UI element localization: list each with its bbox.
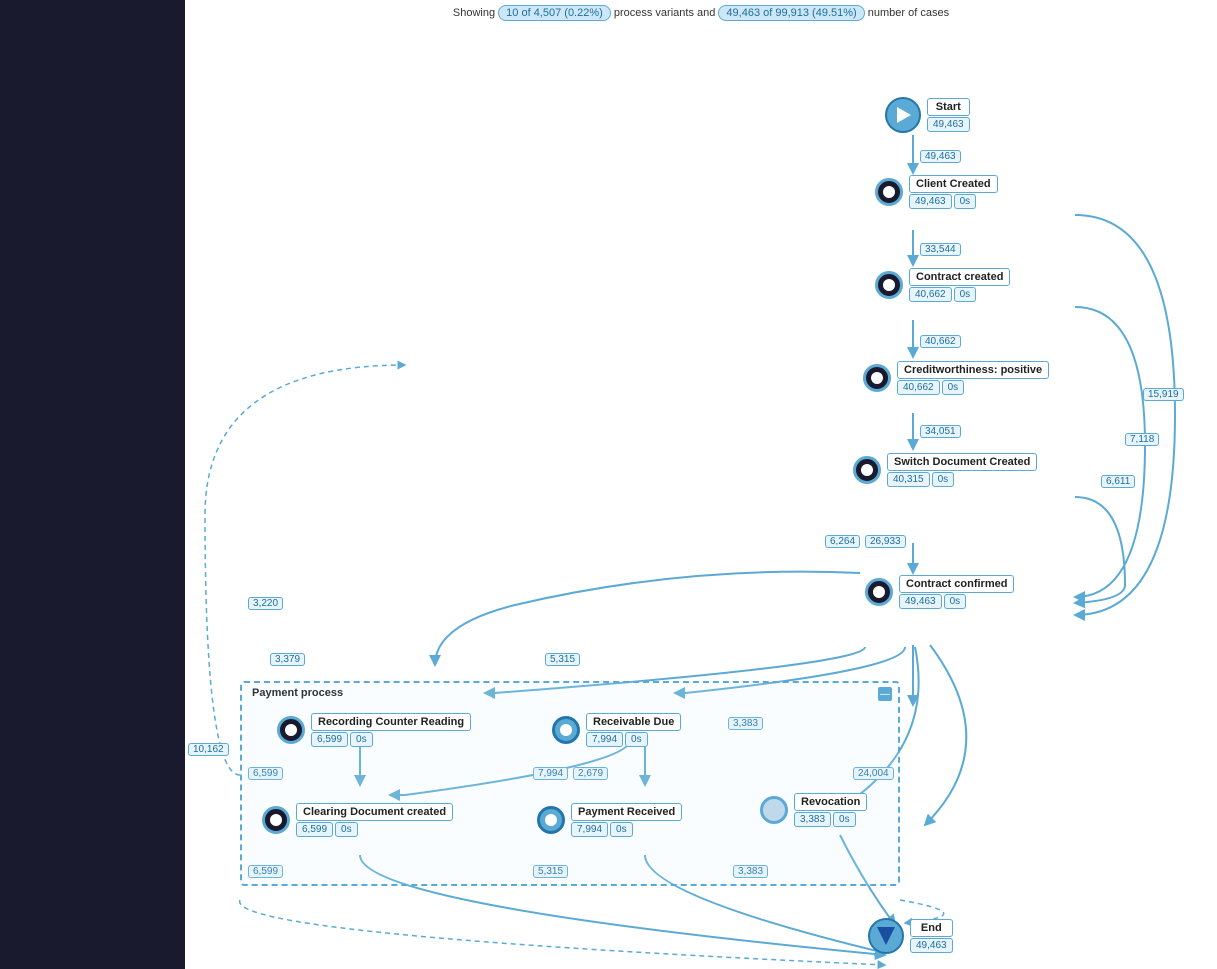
client-created-time: 0s: [954, 194, 977, 209]
creditworthiness-label: Creditworthiness: positive: [897, 361, 1049, 379]
circle-inner5: [873, 586, 885, 598]
subprocess-title: Payment process: [252, 687, 343, 699]
contract-confirmed-node: Contract confirmed 49,463 0s: [865, 575, 1014, 609]
contract-created-count: 40,662: [909, 287, 952, 302]
contract-created-time: 0s: [954, 287, 977, 302]
circle-inner2: [883, 279, 895, 291]
payment-received-count: 7,994: [571, 822, 608, 837]
contract-created-circle: [875, 271, 903, 299]
recording-label: Recording Counter Reading: [311, 713, 471, 731]
receivable-due-label: Receivable Due: [586, 713, 681, 731]
sidebar: [0, 0, 185, 969]
payment-received-time: 0s: [610, 822, 633, 837]
switch-doc-label: Switch Document Created: [887, 453, 1037, 471]
process-canvas: 49,463 33,544 40,662 34,051 6,264 26,933…: [185, 25, 1217, 969]
clearing-doc-time: 0s: [335, 822, 358, 837]
edge-label-6611: 6,611: [1101, 475, 1135, 488]
recording-count: 6,599: [311, 732, 348, 747]
payment-received-circle: [537, 806, 565, 834]
switch-doc-circle: [853, 456, 881, 484]
play-icon: [897, 107, 911, 123]
subprocess-collapse-button[interactable]: —: [878, 687, 892, 701]
client-created-circle: [875, 178, 903, 206]
receivable-due-node: Receivable Due 7,994 0s: [552, 713, 681, 747]
circle-inner3: [871, 372, 883, 384]
end-node: End 49,463: [868, 918, 953, 954]
edge-label-26933: 26,933: [865, 535, 906, 548]
end-inner-icon: [877, 927, 895, 945]
receivable-due-circle: [552, 716, 580, 744]
showing-text: Showing: [453, 7, 495, 19]
circle-inner4: [861, 464, 873, 476]
top-bar: Showing 10 of 4,507 (0.22%) process vari…: [185, 5, 1217, 21]
variants-pill[interactable]: 10 of 4,507 (0.22%): [498, 5, 611, 21]
revocation-count: 3,383: [794, 812, 831, 827]
revocation-circle: [760, 796, 788, 824]
switch-doc-count: 40,315: [887, 472, 930, 487]
recording-node: Recording Counter Reading 6,599 0s: [277, 713, 471, 747]
start-node: Start 49,463: [885, 97, 970, 133]
edge-label-34051: 34,051: [920, 425, 961, 438]
main-content: Showing 10 of 4,507 (0.22%) process vari…: [185, 0, 1217, 969]
client-created-node: Client Created 49,463 0s: [875, 175, 998, 209]
recording-circle: [277, 716, 305, 744]
edge-label-6264: 6,264: [825, 535, 860, 548]
contract-created-label: Contract created: [909, 268, 1010, 286]
contract-confirmed-time: 0s: [944, 594, 967, 609]
clearing-doc-count: 6,599: [296, 822, 333, 837]
revocation-time: 0s: [833, 812, 856, 827]
edge-label-3379: 3,379: [270, 653, 305, 666]
edge-label-3220: 3,220: [248, 597, 283, 610]
payment-received-node: Payment Received 7,994 0s: [537, 803, 682, 837]
subprocess-payment-process: Payment process — Recording Counter Read…: [240, 681, 900, 886]
switch-doc-time: 0s: [932, 472, 955, 487]
creditworthiness-circle: [863, 364, 891, 392]
edge-label-15919: 15,919: [1143, 388, 1184, 401]
circle-inner: [883, 186, 895, 198]
revocation-label: Revocation: [794, 793, 867, 811]
revocation-node: Revocation 3,383 0s: [760, 793, 867, 827]
edge-label-33544: 33,544: [920, 243, 961, 256]
client-created-count: 49,463: [909, 194, 952, 209]
edge-label-40662a: 40,662: [920, 335, 961, 348]
start-icon: [885, 97, 921, 133]
client-created-label: Client Created: [909, 175, 998, 193]
contract-confirmed-circle: [865, 578, 893, 606]
circle-inner6: [285, 724, 297, 736]
end-count: 49,463: [910, 938, 953, 953]
receivable-due-time: 0s: [625, 732, 648, 747]
receivable-due-count: 7,994: [586, 732, 623, 747]
start-count: 49,463: [927, 117, 970, 132]
creditworthiness-count: 40,662: [897, 380, 940, 395]
edge-label-5315a: 5,315: [545, 653, 580, 666]
process-text: process variants and: [614, 7, 716, 19]
start-label: Start: [927, 98, 970, 116]
end-label: End: [910, 919, 953, 937]
clearing-circle: [262, 806, 290, 834]
switch-doc-node: Switch Document Created 40,315 0s: [853, 453, 1037, 487]
clearing-doc-label: Clearing Document created: [296, 803, 453, 821]
edge-label-49463a: 49,463: [920, 150, 961, 163]
recording-time: 0s: [350, 732, 373, 747]
contract-confirmed-count: 49,463: [899, 594, 942, 609]
cases-pill[interactable]: 49,463 of 99,913 (49.51%): [718, 5, 864, 21]
end-icon: [868, 918, 904, 954]
edge-label-7118: 7,118: [1125, 433, 1159, 446]
circle-inner8: [270, 814, 282, 826]
payment-received-label: Payment Received: [571, 803, 682, 821]
edge-label-10162: 10,162: [188, 743, 229, 756]
contract-created-node: Contract created 40,662 0s: [875, 268, 1010, 302]
creditworthiness-time: 0s: [942, 380, 965, 395]
cases-text: number of cases: [868, 7, 949, 19]
circle-inner7: [560, 724, 572, 736]
creditworthiness-node: Creditworthiness: positive 40,662 0s: [863, 361, 1049, 395]
contract-confirmed-label: Contract confirmed: [899, 575, 1014, 593]
circle-inner9: [545, 814, 557, 826]
clearing-doc-node: Clearing Document created 6,599 0s: [262, 803, 453, 837]
